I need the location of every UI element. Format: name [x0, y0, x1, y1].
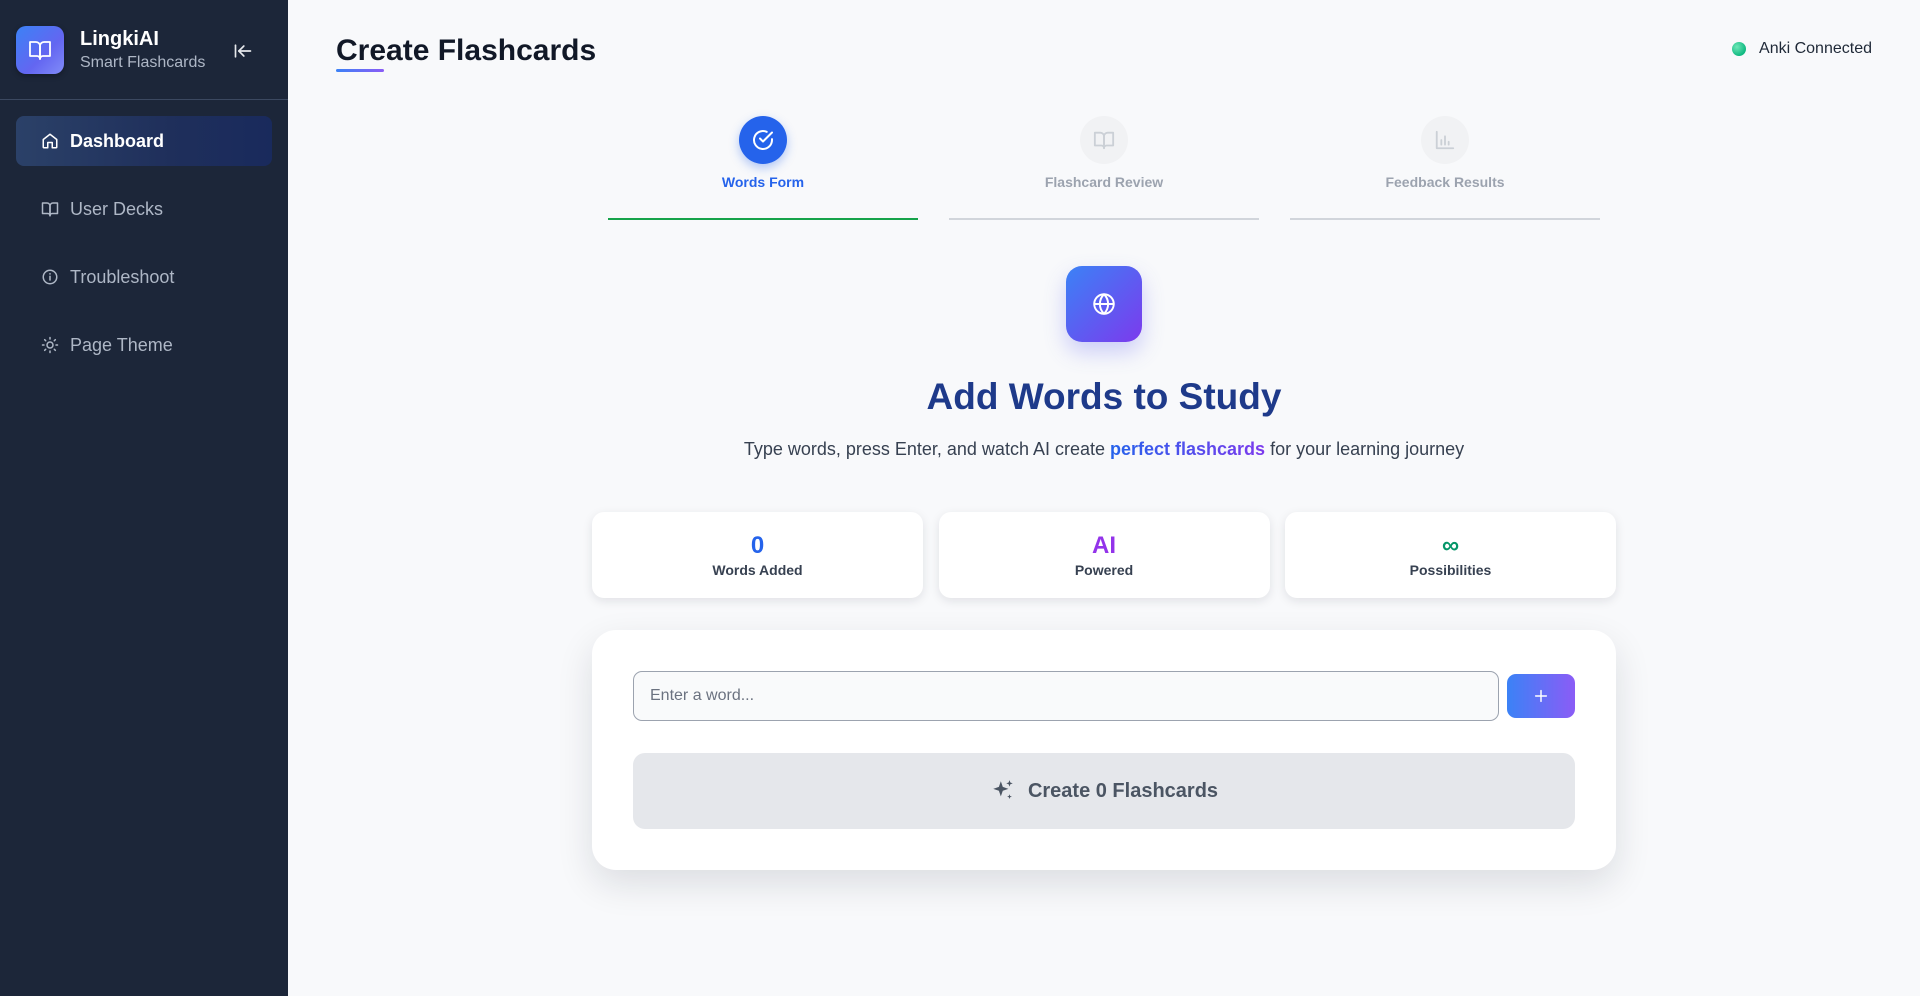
- sidebar-item-user-decks[interactable]: User Decks: [16, 184, 272, 234]
- step-label: Words Form: [721, 174, 805, 190]
- hero-subtitle-after: for your learning journey: [1265, 439, 1465, 459]
- sidebar-nav: Dashboard User Decks Troubleshoot Page T…: [0, 100, 288, 404]
- sidebar-item-troubleshoot[interactable]: Troubleshoot: [16, 252, 272, 302]
- word-input[interactable]: [633, 671, 1499, 721]
- step-flashcard-review[interactable]: Flashcard Review: [949, 116, 1259, 220]
- check-circle-icon: [739, 116, 787, 164]
- sidebar-item-label: Troubleshoot: [70, 266, 175, 287]
- status-text: Anki Connected: [1759, 40, 1872, 57]
- sidebar-item-dashboard[interactable]: Dashboard: [16, 116, 272, 166]
- book-open-icon: [1080, 116, 1128, 164]
- stepper: Words Form Flashcard Review Feedback Res…: [608, 116, 1600, 220]
- stat-value: 0: [750, 532, 765, 559]
- title-underline: [336, 69, 384, 72]
- sidebar-item-label: Dashboard: [70, 130, 165, 151]
- step-label: Feedback Results: [1385, 174, 1505, 190]
- sun-icon: [40, 335, 60, 355]
- hero-title: Add Words to Study: [926, 376, 1282, 417]
- connection-status: Anki Connected: [1732, 40, 1872, 58]
- create-button-label: Create 0 Flashcards: [1027, 779, 1219, 802]
- word-entry-card: Create 0 Flashcards: [592, 630, 1616, 870]
- sidebar-item-label: Page Theme: [70, 334, 173, 355]
- sparkles-icon: [990, 778, 1016, 804]
- hero-subtitle-highlight: perfect flashcards: [1110, 439, 1266, 459]
- hero-subtitle-before: Type words, press Enter, and watch AI cr…: [743, 439, 1110, 459]
- step-progress-bar: [608, 218, 918, 220]
- step-label: Flashcard Review: [1044, 174, 1164, 190]
- brand-subtitle: Smart Flashcards: [80, 53, 206, 71]
- add-word-button[interactable]: [1507, 674, 1575, 718]
- stat-card-powered: AI Powered: [938, 512, 1270, 598]
- book-icon: [40, 199, 60, 219]
- bar-chart-icon: [1421, 116, 1469, 164]
- main-content: Create Flashcards Anki Connected Words F…: [288, 0, 1920, 996]
- sidebar-item-page-theme[interactable]: Page Theme: [16, 320, 272, 370]
- brand-header: LingkiAI Smart Flashcards: [0, 0, 288, 100]
- info-icon: [40, 267, 60, 287]
- home-icon: [40, 131, 60, 151]
- globe-icon: [1066, 266, 1142, 342]
- status-dot-icon: [1732, 42, 1747, 56]
- sidebar-item-label: User Decks: [70, 198, 164, 219]
- stat-value: ∞: [1441, 532, 1460, 559]
- step-words-form[interactable]: Words Form: [608, 116, 918, 220]
- hero-subtitle: Type words, press Enter, and watch AI cr…: [288, 436, 1920, 462]
- sidebar: LingkiAI Smart Flashcards Dashboard User…: [0, 0, 288, 996]
- stat-card-possibilities: ∞ Possibilities: [1285, 512, 1616, 598]
- plus-icon: [1534, 689, 1548, 703]
- page-title: Create Flashcards: [336, 34, 597, 67]
- step-progress-bar: [1290, 218, 1600, 220]
- create-flashcards-button[interactable]: Create 0 Flashcards: [633, 753, 1575, 829]
- stat-label: Powered: [1074, 562, 1134, 578]
- stat-label: Words Added: [712, 562, 803, 578]
- step-feedback-results[interactable]: Feedback Results: [1290, 116, 1600, 220]
- collapse-sidebar-button[interactable]: [228, 36, 258, 66]
- stat-label: Possibilities: [1409, 562, 1492, 578]
- stat-value: AI: [1092, 532, 1116, 559]
- stat-card-words-added: 0 Words Added: [592, 512, 923, 598]
- step-progress-bar: [949, 218, 1259, 220]
- arrow-left-to-line-icon: [234, 44, 252, 58]
- stats-row: 0 Words Added AI Powered ∞ Possibilities: [592, 512, 1616, 598]
- brand-name: LingkiAI: [80, 27, 159, 50]
- book-open-icon: [16, 25, 64, 74]
